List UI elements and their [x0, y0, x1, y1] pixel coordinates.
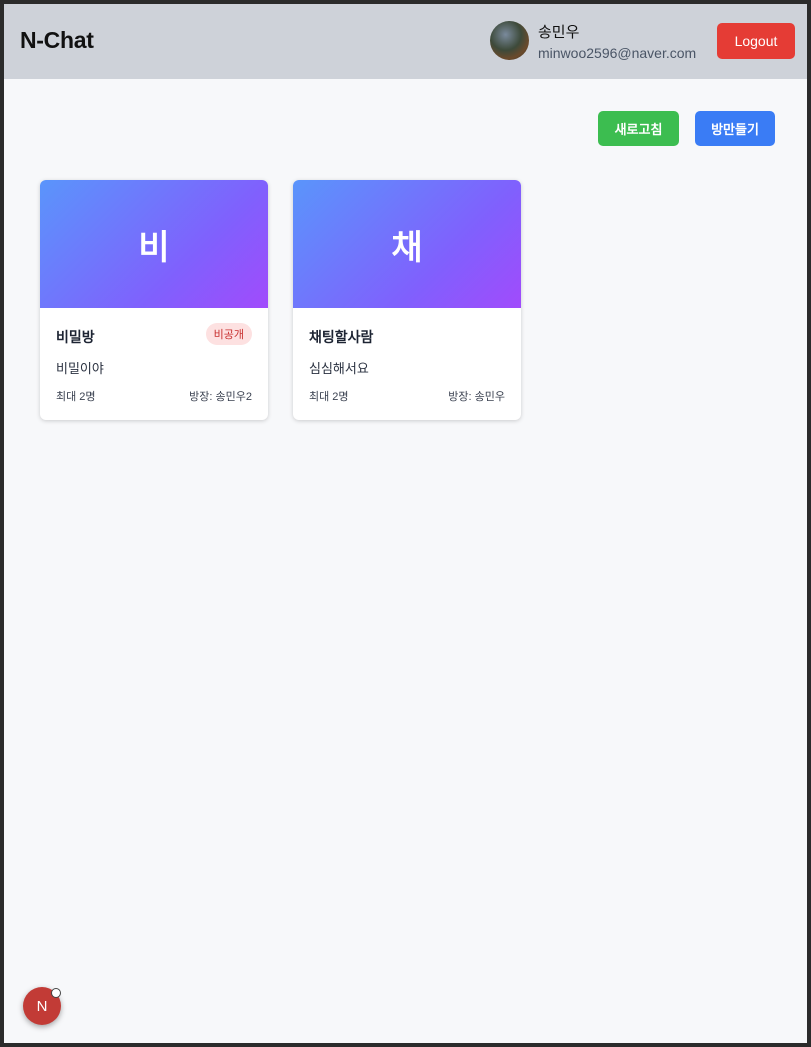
room-banner: 채	[293, 180, 521, 308]
user-name: 송민우	[538, 24, 580, 41]
room-card[interactable]: 비 비밀방 비공개 비밀이야 최대 2명 방장: 송민우2	[40, 180, 268, 420]
room-card[interactable]: 채 채팅할사람 심심해서요 최대 2명 방장: 송민우	[293, 180, 521, 420]
app-logo[interactable]: N-Chat	[20, 27, 94, 54]
room-max-members: 최대 2명	[309, 391, 349, 403]
private-badge: 비공개	[205, 323, 252, 345]
app-window: N-Chat 송민우 minwoo2596@naver.com Logout 새…	[4, 4, 807, 1043]
room-title: 비밀방	[56, 329, 95, 345]
room-description: 심심해서요	[309, 361, 369, 376]
top-header: N-Chat 송민우 minwoo2596@naver.com Logout	[4, 4, 807, 79]
user-avatar[interactable]	[490, 21, 529, 60]
room-owner: 방장: 송민우	[448, 391, 505, 403]
user-email: minwoo2596@naver.com	[538, 45, 697, 61]
logout-button[interactable]: Logout	[717, 23, 795, 59]
notification-dot-icon	[51, 988, 61, 998]
room-owner: 방장: 송민우2	[189, 391, 252, 403]
room-banner: 비	[40, 180, 268, 308]
create-room-button[interactable]: 방만들기	[695, 111, 775, 146]
room-title: 채팅할사람	[309, 329, 374, 345]
room-description: 비밀이야	[56, 361, 104, 376]
room-max-members: 최대 2명	[56, 391, 96, 403]
floating-letter: N	[36, 997, 48, 1015]
refresh-button[interactable]: 새로고침	[598, 111, 679, 146]
room-initial: 비	[138, 228, 170, 267]
room-initial: 채	[391, 228, 423, 267]
